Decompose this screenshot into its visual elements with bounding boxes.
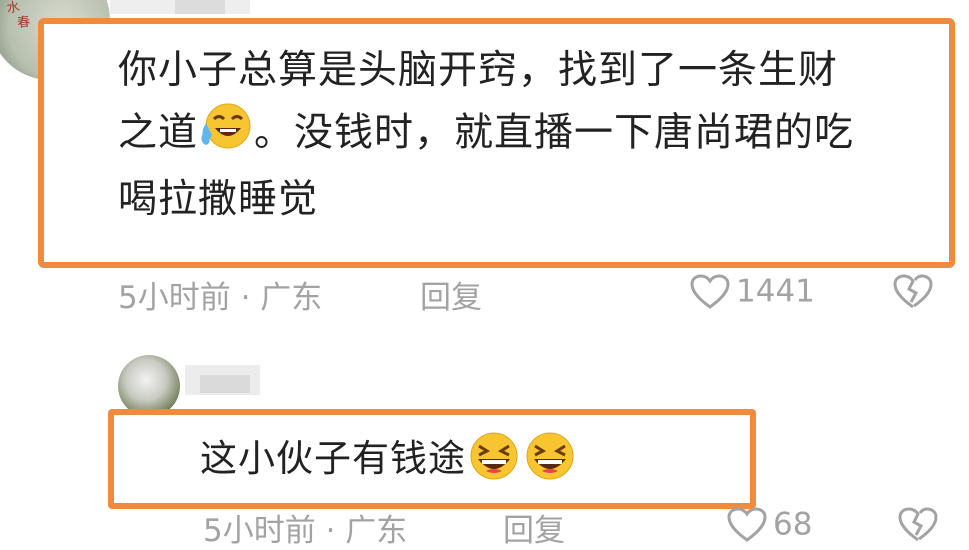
like-button[interactable]: 68: [727, 505, 812, 543]
comment-line: 喝拉撒睡觉: [118, 177, 319, 222]
laughing-face-emoji-icon: [466, 431, 578, 490]
username-blurred: [175, 0, 225, 14]
avatar-calligraphy-image: 水 春: [5, 0, 32, 33]
reply-button[interactable]: 回复: [503, 505, 565, 550]
username-blurred: [200, 375, 250, 393]
comment-text: 你小子总算是头脑开窍，找到了一条生财 之道 。没钱时，就直播一下唐尚珺的吃 喝拉…: [118, 40, 953, 230]
like-count: 1441: [736, 273, 815, 310]
heart-icon: [690, 273, 730, 309]
dislike-button[interactable]: [893, 272, 939, 310]
broken-heart-icon: [898, 506, 938, 541]
like-button[interactable]: 1441: [690, 272, 815, 310]
heart-icon: [727, 506, 767, 542]
comment-time-location: 5小时前 · 广东: [203, 513, 408, 549]
broken-heart-icon: [893, 273, 933, 308]
like-count: 68: [773, 506, 813, 543]
reply-button[interactable]: 回复: [420, 272, 482, 317]
laughing-crying-emoji-icon: [198, 101, 254, 169]
comment-fragment: 之道: [118, 110, 199, 156]
comment-fragment: 这小伙子有钱途: [200, 437, 466, 480]
comment-fragment: 。没钱时，就直播一下唐尚珺的吃: [254, 110, 855, 156]
dislike-button[interactable]: [898, 505, 944, 543]
comment-line: 你小子总算是头脑开窍，找到了一条生财: [118, 48, 839, 93]
comment-text: 这小伙子有钱途: [200, 428, 578, 490]
comment-time-location: 5小时前 · 广东: [118, 280, 323, 316]
avatar[interactable]: [118, 355, 180, 417]
comment-line: 之道 。没钱时，就直播一下唐尚珺的吃: [118, 101, 953, 169]
